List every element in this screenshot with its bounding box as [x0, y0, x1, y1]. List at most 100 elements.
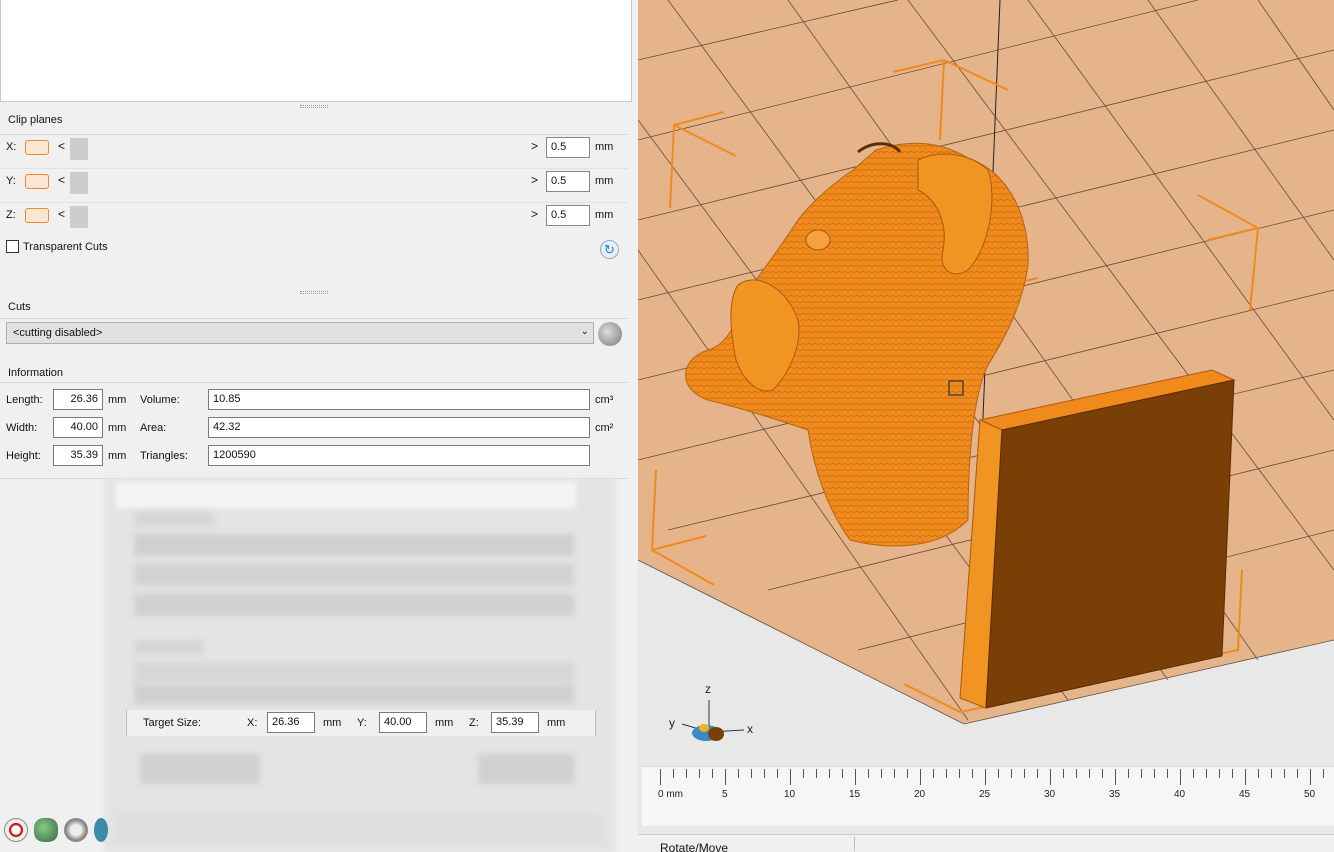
- cut-tool-icon[interactable]: [598, 322, 622, 346]
- cut-mode-select[interactable]: <cutting disabled> ⌄: [6, 322, 594, 344]
- dog-eye: [805, 229, 831, 251]
- ruler-minor-tick: [1128, 769, 1129, 778]
- splitter-handle[interactable]: [300, 291, 328, 294]
- repair-warning-icon[interactable]: [34, 818, 58, 842]
- ruler-major-tick: [920, 769, 921, 785]
- clip-row-z: Z: < > 0.5 mm: [0, 202, 628, 230]
- ruler-minor-tick: [803, 769, 804, 778]
- ruler-minor-tick: [1037, 769, 1038, 778]
- ruler-minor-tick: [764, 769, 765, 778]
- ruler-major-tick: [1050, 769, 1051, 785]
- blurred-row: [134, 594, 574, 616]
- ruler-major-tick: [985, 769, 986, 785]
- ruler-major-tick: [1310, 769, 1311, 785]
- clip-y-decrease-arrow[interactable]: <: [58, 173, 65, 187]
- dialog-title-bar: [116, 482, 576, 508]
- target-y-input[interactable]: 40.00: [379, 712, 427, 733]
- ruler-minor-tick: [751, 769, 752, 778]
- reset-clip-planes-icon[interactable]: ↻: [600, 240, 619, 259]
- ruler-label: 35: [1109, 789, 1121, 800]
- clip-z-increase-arrow[interactable]: >: [531, 207, 538, 221]
- link-icon[interactable]: [64, 818, 88, 842]
- clip-x-color-toggle[interactable]: [25, 140, 49, 155]
- splitter-handle[interactable]: [300, 105, 328, 108]
- length-unit: mm: [108, 394, 127, 406]
- volume-unit: cm³: [595, 394, 614, 406]
- clip-x-slider-thumb[interactable]: [70, 138, 88, 160]
- target-x-input[interactable]: 26.36: [267, 712, 315, 733]
- area-unit: cm²: [595, 422, 614, 434]
- ruler-minor-tick: [946, 769, 947, 778]
- clip-y-value-input[interactable]: 0.5: [546, 171, 590, 192]
- ruler-minor-tick: [1076, 769, 1077, 778]
- info-icon[interactable]: [94, 818, 108, 842]
- clip-z-decrease-arrow[interactable]: <: [58, 207, 65, 221]
- ruler-major-tick: [725, 769, 726, 785]
- ruler-minor-tick: [1011, 769, 1012, 778]
- ruler-minor-tick: [712, 769, 713, 778]
- transparent-cuts-label: Transparent Cuts: [23, 240, 108, 253]
- clip-z-unit: mm: [595, 209, 614, 221]
- ruler-label: 50: [1304, 789, 1316, 800]
- clip-z-slider[interactable]: [70, 206, 540, 228]
- clip-y-unit: mm: [595, 175, 614, 187]
- divider: [0, 382, 628, 383]
- blurred-row: [134, 534, 574, 556]
- ruler-minor-tick: [1232, 769, 1233, 778]
- transparent-cuts-option[interactable]: Transparent Cuts: [6, 240, 108, 253]
- status-mode-text: Rotate/Move: [660, 841, 729, 852]
- clip-x-increase-arrow[interactable]: >: [531, 139, 538, 153]
- length-label: Length:: [6, 394, 43, 406]
- triangles-label: Triangles:: [140, 450, 188, 462]
- transparent-cuts-checkbox[interactable]: [6, 240, 19, 253]
- clip-z-color-toggle[interactable]: [25, 208, 49, 223]
- blurred-button: [140, 754, 260, 784]
- clip-y-color-toggle[interactable]: [25, 174, 49, 189]
- support-plate[interactable]: [959, 369, 1236, 709]
- axis-y-label: y: [669, 716, 675, 730]
- blurred-footer: [114, 814, 604, 844]
- ruler-major-tick: [1180, 769, 1181, 785]
- status-bar: Rotate/Move: [638, 834, 1334, 852]
- ruler-minor-tick: [816, 769, 817, 778]
- clip-x-slider[interactable]: [70, 138, 540, 160]
- clip-y-slider[interactable]: [70, 172, 540, 194]
- application-window: Clip planes X: < > 0.5 mm Y: < > 0.5 mm …: [0, 0, 1334, 852]
- ruler-minor-tick: [1024, 769, 1025, 778]
- clip-x-decrease-arrow[interactable]: <: [58, 139, 65, 153]
- height-label: Height:: [6, 450, 41, 462]
- add-part-icon[interactable]: [4, 818, 28, 842]
- clip-y-slider-thumb[interactable]: [70, 172, 88, 194]
- clip-z-value-input[interactable]: 0.5: [546, 205, 590, 226]
- clip-row-x: X: < > 0.5 mm: [0, 134, 628, 162]
- ruler-minor-tick: [699, 769, 700, 778]
- clip-z-slider-thumb[interactable]: [70, 206, 88, 228]
- area-value: 42.32: [208, 417, 590, 438]
- width-label: Width:: [6, 422, 38, 434]
- blurred-row: [134, 662, 574, 682]
- clip-z-label: Z:: [6, 209, 16, 221]
- ruler-label: 15: [849, 789, 861, 800]
- target-z-input[interactable]: 35.39: [491, 712, 539, 733]
- clip-y-increase-arrow[interactable]: >: [531, 173, 538, 187]
- ruler-minor-tick: [1154, 769, 1155, 778]
- scene-canvas[interactable]: [638, 0, 1334, 760]
- ruler-minor-tick: [673, 769, 674, 778]
- 3d-viewport[interactable]: z y x 0 mm 5 10 15 20 25 30 35 40 45 50 Rotate/Mov…: [638, 0, 1334, 852]
- area-label: Area:: [140, 422, 167, 434]
- information-title: Information: [8, 367, 64, 379]
- ruler-minor-tick: [829, 769, 830, 778]
- ruler-minor-tick: [933, 769, 934, 778]
- height-value: 35.39: [53, 445, 103, 466]
- clip-x-value-input[interactable]: 0.5: [546, 137, 590, 158]
- axis-z-label: z: [705, 682, 711, 696]
- object-list-area[interactable]: [0, 0, 632, 102]
- ruler-minor-tick: [1219, 769, 1220, 778]
- ruler-minor-tick: [1258, 769, 1259, 778]
- blurred-button: [478, 754, 574, 784]
- width-value: 40.00: [53, 417, 103, 438]
- measurement-ruler: 0 mm 5 10 15 20 25 30 35 40 45 50: [642, 766, 1334, 826]
- ruler-minor-tick: [894, 769, 895, 778]
- target-y-label: Y:: [357, 717, 367, 729]
- target-y-unit: mm: [435, 717, 454, 729]
